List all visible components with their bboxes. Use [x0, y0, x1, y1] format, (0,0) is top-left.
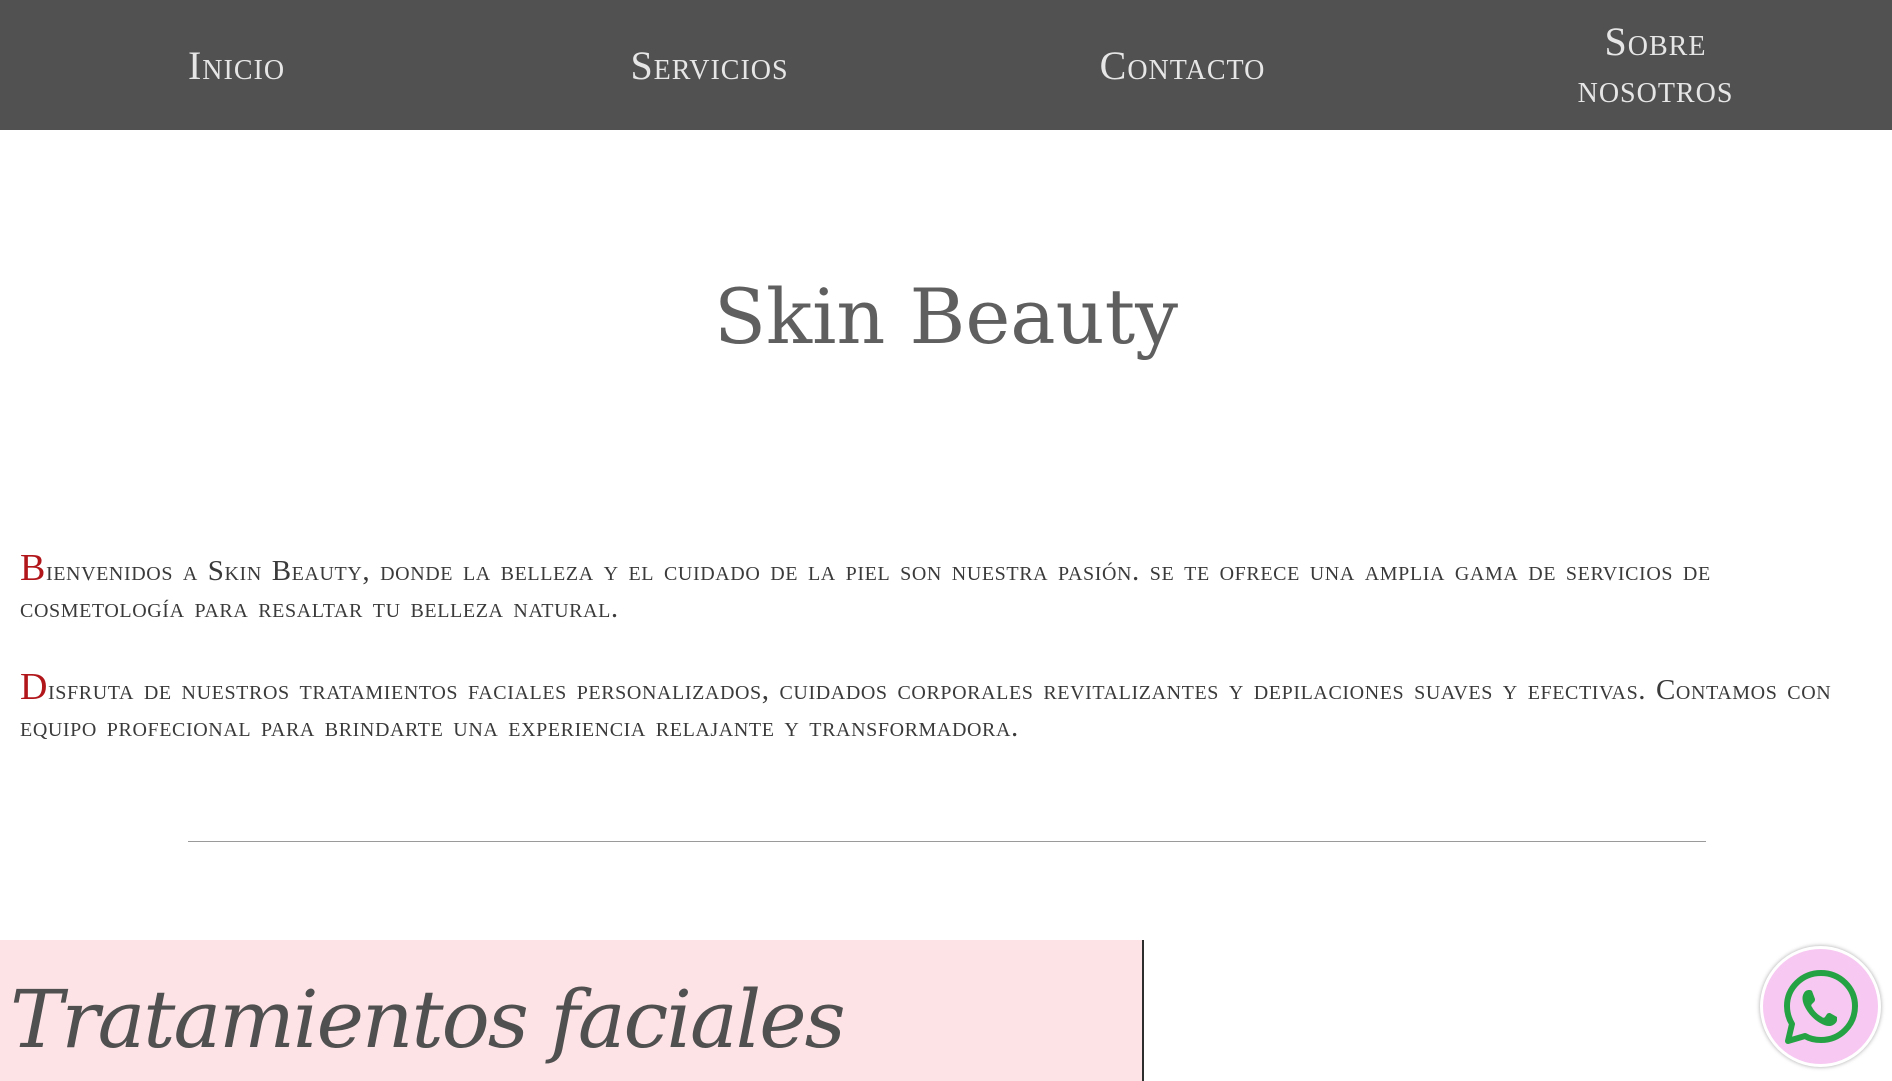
drop-cap: B: [20, 547, 46, 589]
nav-item-inicio[interactable]: Inicio: [0, 0, 473, 130]
nav-item-label: Servicios: [630, 42, 789, 88]
page-title: Skin Beauty: [713, 272, 1179, 361]
intro-paragraph: Bienvenidos a Skin Beauty, donde la bell…: [20, 547, 1880, 627]
main-nav: Inicio Servicios Contacto Sobre nosotros: [0, 0, 1892, 130]
section-divider: [188, 841, 1706, 842]
intro-paragraph: Disfruta de nuestros tratamientos facial…: [20, 666, 1880, 746]
nav-item-sobre-nosotros[interactable]: Sobre nosotros: [1419, 0, 1892, 130]
drop-cap: D: [20, 666, 49, 708]
paragraph-text: isfruta de nuestros tratamientos faciale…: [20, 674, 1832, 743]
intro-text: Bienvenidos a Skin Beauty, donde la bell…: [20, 547, 1880, 788]
nav-item-label: Sobre nosotros: [1577, 19, 1734, 111]
nav-item-contacto[interactable]: Contacto: [946, 0, 1419, 130]
section-title: Tratamientos faciales: [10, 973, 846, 1066]
whatsapp-icon: [1779, 965, 1863, 1049]
paragraph-text: ienvenidos a Skin Beauty, donde la belle…: [20, 555, 1711, 624]
nav-item-label: Inicio: [187, 42, 286, 88]
nav-item-label: Contacto: [1099, 42, 1266, 88]
whatsapp-button[interactable]: [1760, 946, 1881, 1067]
nav-item-servicios[interactable]: Servicios: [473, 0, 946, 130]
facial-treatments-panel: Tratamientos faciales: [0, 940, 1144, 1081]
